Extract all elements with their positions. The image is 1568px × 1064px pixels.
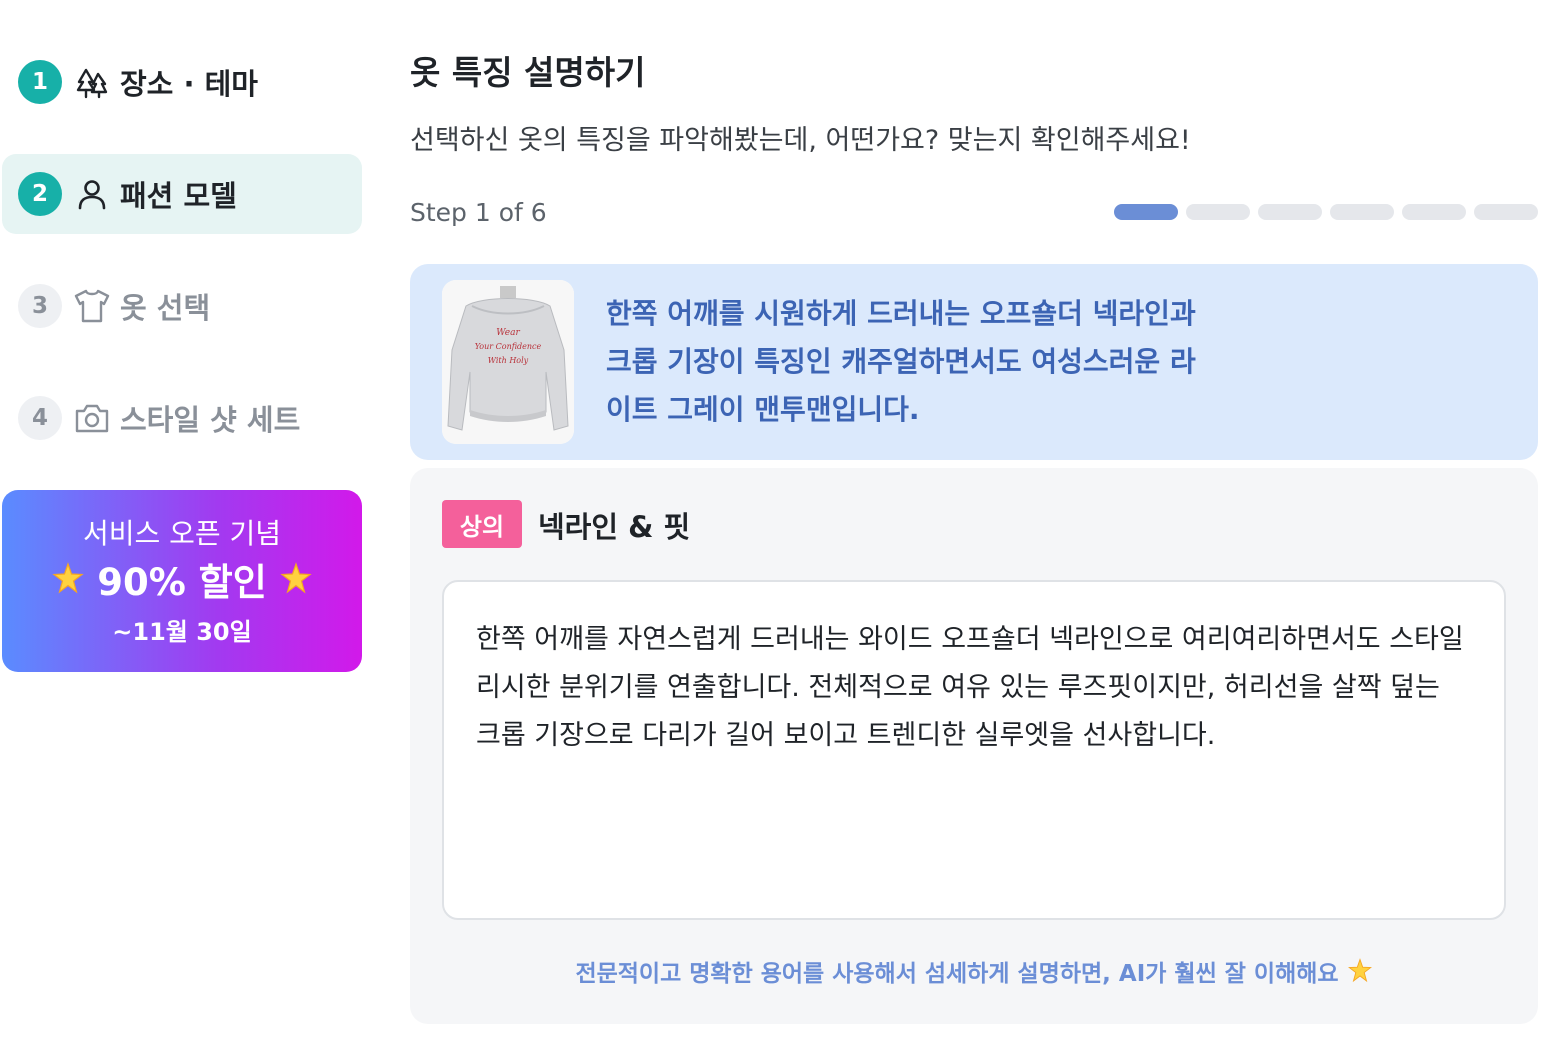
thumbnail-print-line-2: Your Confidence [474, 342, 542, 351]
promo-line-1: 서비스 오픈 기념 [82, 517, 282, 550]
neckline-fit-card: 상의 넥라인 & 핏 한쪽 어깨를 자연스럽게 드러내는 와이드 오프숄더 넥라… [410, 468, 1538, 1024]
person-icon [72, 174, 112, 214]
camera-icon [72, 398, 112, 438]
sidebar-step-place-theme[interactable]: 1 장소 · 테마 [2, 42, 362, 122]
promo-banner[interactable]: 서비스 오픈 기념 90% 할인 ~11월 30일 [2, 490, 362, 672]
sidebar-step-label: 장소 · 테마 [120, 67, 258, 101]
promo-discount: 90% 할인 [2, 552, 362, 606]
sparkle-icon [279, 562, 313, 596]
progress-segment [1330, 204, 1394, 220]
sparkle-icon [51, 562, 85, 596]
thumbnail-print-line-1: Wear [496, 328, 520, 338]
step-number: 4 [18, 396, 62, 440]
step-number: 2 [18, 172, 62, 216]
progress-segment [1258, 204, 1322, 220]
step-progress-bar [1114, 204, 1538, 220]
sidebar-step-clothes[interactable]: 3 옷 선택 [2, 266, 362, 346]
progress-segment [1402, 204, 1466, 220]
category-badge: 상의 [442, 500, 522, 548]
page-subtitle: 선택하신 옷의 특징을 파악해봤는데, 어떤가요? 맞는지 확인해주세요! [410, 125, 1191, 156]
progress-segment [1114, 204, 1178, 220]
step-indicator-text: Step 1 of 6 [410, 198, 547, 227]
promo-line-3: ~11월 30일 [112, 618, 252, 646]
progress-segment [1474, 204, 1538, 220]
clothing-summary-text: 한쪽 어깨를 시원하게 드러내는 오프숄더 넥라인과 크롭 기장이 특징인 캐주… [606, 297, 1196, 426]
step-number: 3 [18, 284, 62, 328]
writing-tip-text: 전문적이고 명확한 용어를 사용해서 섬세하게 설명하면, AI가 훨씬 잘 이… [575, 961, 1339, 987]
shirt-icon [72, 286, 112, 326]
sidebar-step-label: 옷 선택 [120, 291, 211, 325]
trees-icon [72, 62, 112, 102]
sidebar-steps: 1 장소 · 테마 2 패션 모델 3 옷 선택 4 스타일 샷 세트 서비스 … [0, 0, 370, 1064]
sparkle-icon [1347, 958, 1373, 984]
clothing-summary-panel: Wear Your Confidence With Holy 한쪽 어깨를 시원… [410, 264, 1538, 460]
page-title: 옷 특징 설명하기 [410, 53, 646, 92]
sidebar-step-style-shot[interactable]: 4 스타일 샷 세트 [2, 378, 362, 458]
app-root: 1 장소 · 테마 2 패션 모델 3 옷 선택 4 스타일 샷 세트 서비스 … [0, 0, 1568, 1064]
card-title: 넥라인 & 핏 [538, 510, 691, 544]
sidebar-step-fashion-model[interactable]: 2 패션 모델 [2, 154, 362, 234]
sidebar-step-label: 패션 모델 [120, 179, 237, 213]
clothing-thumbnail: Wear Your Confidence With Holy [442, 280, 574, 444]
thumbnail-print-line-3: With Holy [487, 356, 529, 365]
step-number: 1 [18, 60, 62, 104]
writing-tip: 전문적이고 명확한 용어를 사용해서 섬세하게 설명하면, AI가 훨씬 잘 이… [410, 954, 1538, 988]
description-textarea[interactable]: 한쪽 어깨를 자연스럽게 드러내는 와이드 오프숄더 넥라인으로 여리여리하면서… [442, 580, 1506, 920]
promo-line-2: 90% 할인 [97, 561, 267, 604]
progress-segment [1186, 204, 1250, 220]
sidebar-step-label: 스타일 샷 세트 [120, 403, 301, 437]
